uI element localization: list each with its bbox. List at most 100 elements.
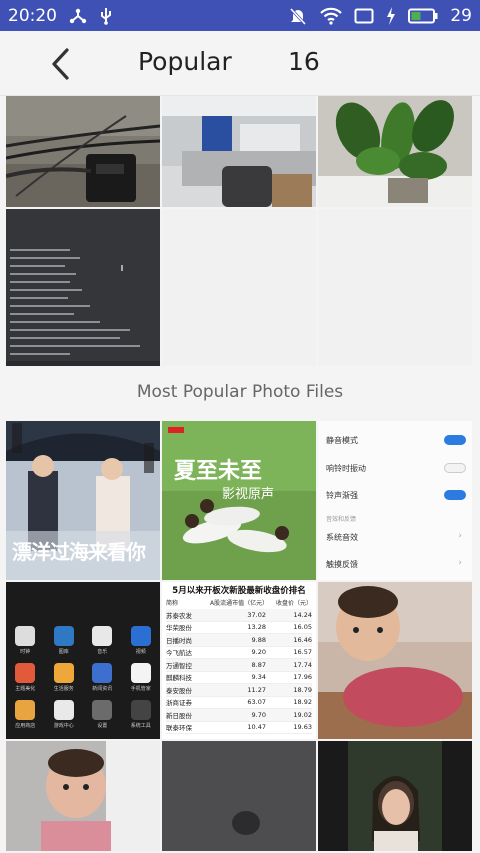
table-cell: 9.34 — [251, 673, 266, 682]
table-cell: 9.70 — [251, 710, 266, 719]
settings-group-label: 音效和反馈 — [326, 516, 357, 523]
app-icon-item: 游戏中心 — [45, 700, 84, 729]
table-cell: 17.96 — [293, 673, 312, 682]
table-cell: 16.57 — [293, 648, 312, 657]
app-icon — [130, 663, 151, 683]
column-header: 简称 — [166, 600, 179, 607]
app-icon — [53, 663, 74, 683]
usb-share-icon — [69, 7, 87, 25]
screen-icon — [354, 8, 374, 24]
stock-table-header: 简称 A股流通市值（亿元） 收盘价（元） — [166, 598, 312, 607]
table-cell: 苏泰农发 — [166, 611, 192, 620]
photo-thumbnail-baby[interactable] — [318, 582, 472, 739]
app-icon — [53, 626, 74, 646]
photo-thumbnail-stock-table[interactable]: 5月以来开板次新股最新收盘价排名 简称 A股流通市值（亿元） 收盘价（元） 苏泰… — [162, 582, 316, 739]
app-label: 系统工具 — [130, 723, 151, 729]
photo-thumbnail-plant[interactable] — [318, 96, 472, 207]
app-bar: Popular 16 — [0, 31, 480, 96]
wifi-icon — [320, 7, 343, 25]
app-icon — [130, 700, 151, 720]
empty-cell — [162, 209, 316, 366]
app-icon-item: 图库 — [45, 626, 84, 655]
stock-table-title: 5月以来开板次新股最新收盘价排名 — [172, 586, 306, 596]
page-title: Popular — [138, 47, 232, 76]
table-row: 今飞航达 9.20 16.57 — [166, 647, 312, 659]
table-cell: 17.74 — [293, 660, 312, 669]
table-cell: 9.20 — [251, 648, 266, 657]
table-cell: 10.47 — [247, 723, 266, 732]
album-cover-subtitle: 影视原声 — [222, 487, 275, 502]
photo-count: 16 — [288, 47, 320, 76]
back-arrow-icon — [52, 48, 69, 80]
photo-thumbnail-dark[interactable] — [162, 741, 316, 851]
table-cell: 18.92 — [293, 698, 312, 707]
table-cell: 新日股份 — [166, 711, 192, 720]
photo-thumbnail-video-frame[interactable] — [318, 741, 472, 851]
column-header: A股流通市值（亿元） — [210, 600, 269, 607]
table-cell: 泰安股份 — [166, 686, 192, 695]
table-cell: 63.07 — [247, 698, 266, 707]
app-label: 时钟 — [20, 649, 31, 655]
column-header: 收盘价（元） — [275, 600, 312, 607]
app-icon — [92, 700, 113, 720]
section-header: Most Popular Photo Files — [136, 382, 344, 402]
table-cell: 联泰环保 — [166, 724, 192, 733]
app-icon-item: 手机管家 — [122, 663, 161, 692]
photo-thumbnail-movie-poster[interactable]: 漂洋过海来看你 — [6, 421, 160, 580]
table-row: 浙商证券 63.07 18.92 — [166, 697, 312, 709]
settings-item-label: 系统音效 — [326, 533, 358, 542]
app-icon-item: 应用商店 — [6, 700, 45, 729]
table-cell: 14.24 — [293, 610, 312, 619]
table-row: 日播时尚 9.88 16.46 — [166, 634, 312, 647]
app-label: 主题美化 — [15, 686, 36, 692]
app-icon-item: 系统工具 — [122, 700, 161, 729]
app-label: 生活服务 — [53, 686, 74, 692]
table-cell: 18.79 — [293, 685, 312, 694]
chevron-right-icon: › — [458, 531, 462, 541]
table-row: 新日股份 9.70 19.02 — [166, 709, 312, 722]
album-cover-title: 夏至未至 — [174, 459, 263, 484]
app-icon — [53, 700, 74, 720]
table-cell: 16.46 — [293, 635, 312, 644]
settings-item-label: 响铃时振动 — [326, 464, 366, 473]
table-cell: 16.05 — [293, 623, 312, 632]
table-cell: 浙商证券 — [166, 699, 192, 708]
app-icon-item: 时钟 — [6, 626, 45, 655]
table-cell: 今飞航达 — [166, 649, 192, 658]
photo-thumbnail-baby-2[interactable] — [6, 741, 160, 851]
app-icon-item: 生活服务 — [45, 663, 84, 692]
app-icon — [130, 626, 151, 646]
photo-thumbnail-office[interactable] — [162, 96, 316, 207]
app-icon — [15, 700, 36, 720]
app-icon-item: 主题美化 — [6, 663, 45, 692]
table-cell: 11.27 — [247, 685, 266, 694]
table-row: 苏泰农发 37.02 14.24 — [166, 609, 312, 622]
photo-thumbnail-settings[interactable]: 静音模式 响铃时振动 铃声渐强 音效和反馈 系统音效 › 触摸反馈 › — [318, 421, 472, 580]
table-row: 联泰环保 10.47 19.63 — [166, 722, 312, 734]
table-row: 麒麟科技 9.34 17.96 — [166, 672, 312, 684]
back-button[interactable] — [40, 47, 80, 81]
photo-thumbnail-album-cover[interactable]: 夏至未至 影视原声 — [162, 421, 316, 580]
settings-item-label: 触摸反馈 — [326, 560, 358, 569]
table-row: 华荣股份 13.28 16.05 — [166, 622, 312, 634]
table-cell: 万通智控 — [166, 661, 192, 670]
table-row: 泰安股份 11.27 18.79 — [166, 684, 312, 697]
mute-icon — [288, 6, 308, 26]
table-row: 万通智控 8.87 17.74 — [166, 659, 312, 672]
popular-grid — [6, 96, 474, 368]
app-label: 设置 — [97, 723, 108, 729]
photo-thumbnail-terminal[interactable] — [6, 209, 160, 366]
app-label: 音乐 — [97, 649, 108, 655]
app-label: 新闻资讯 — [92, 686, 113, 692]
app-label: 手机管家 — [130, 686, 151, 692]
usb-icon — [99, 7, 113, 25]
app-grid: 时钟 图库 音乐 视频 主题美化 生活服务 新闻资讯 手机管家 应用商店 游戏中心 设置 系统工具 — [6, 626, 160, 729]
movie-poster-title: 漂洋过海来看你 — [12, 540, 146, 564]
table-cell: 日播时尚 — [166, 636, 192, 645]
status-time: 20:20 — [8, 5, 57, 26]
photo-thumbnail-cables[interactable] — [6, 96, 160, 207]
app-icon — [92, 663, 113, 683]
table-cell: 19.63 — [293, 723, 312, 732]
photo-thumbnail-app-drawer[interactable]: 时钟 图库 音乐 视频 主题美化 生活服务 新闻资讯 手机管家 应用商店 游戏中心 设置 系统工具 — [6, 582, 160, 739]
app-icon-item: 新闻资讯 — [83, 663, 122, 692]
